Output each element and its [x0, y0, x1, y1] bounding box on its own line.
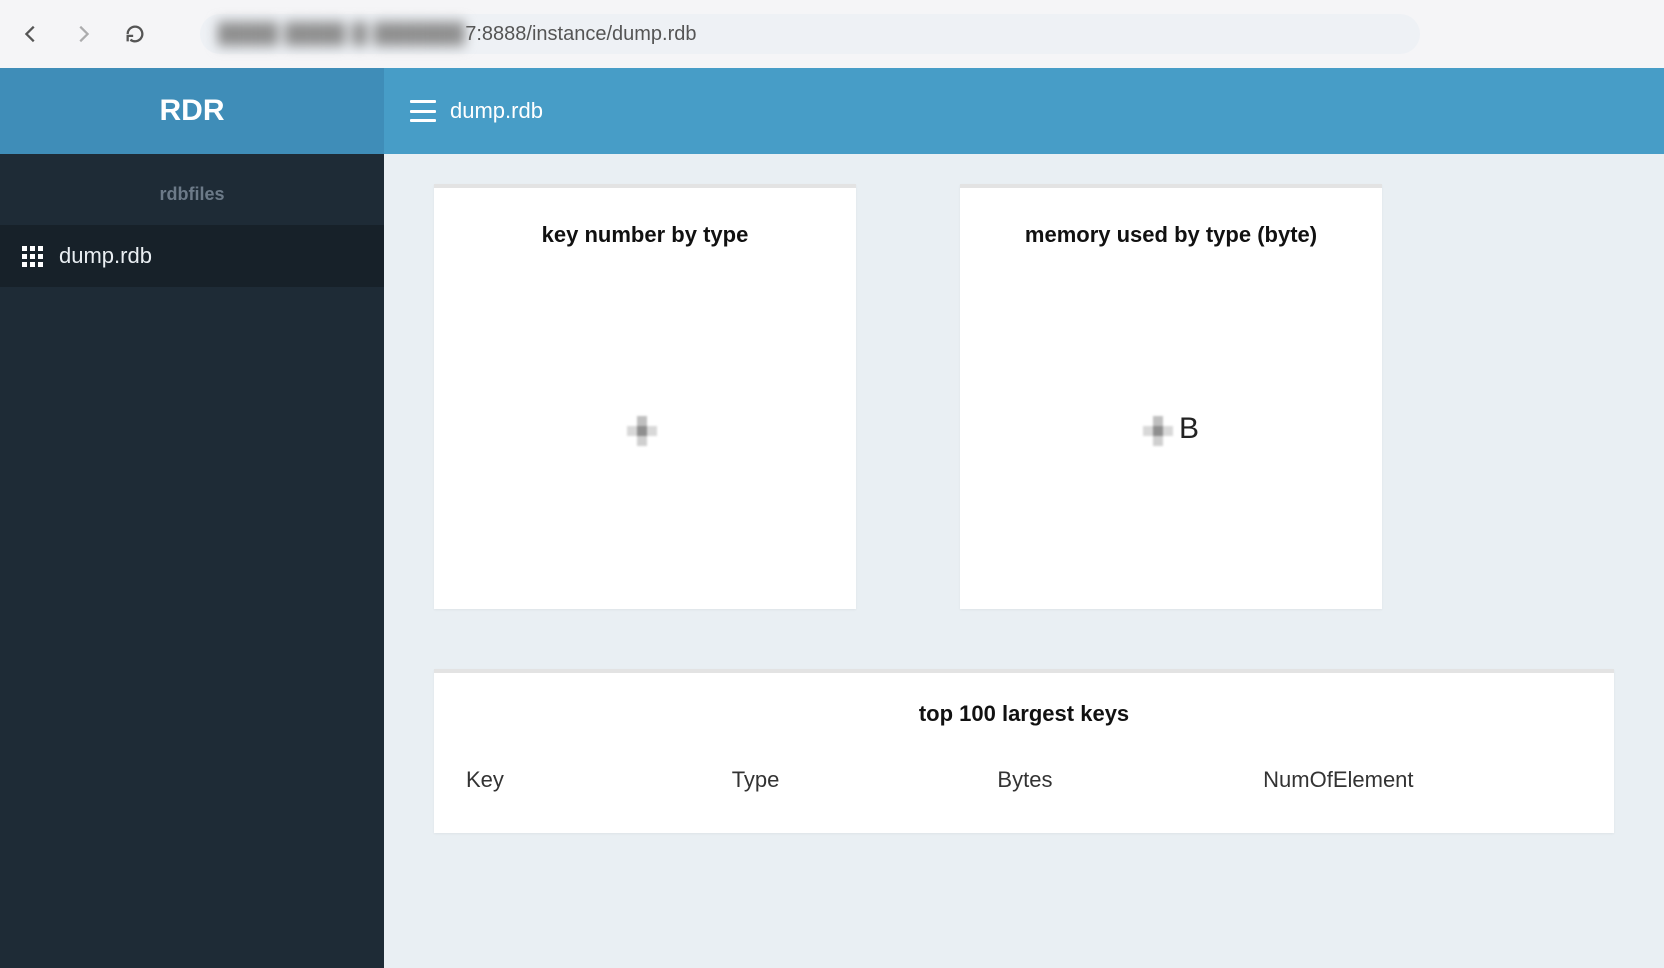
sidebar-item-label: dump.rdb	[59, 243, 152, 269]
table-header: Key Type Bytes NumOfElement	[464, 767, 1584, 793]
arrow-left-icon	[20, 23, 42, 45]
table-col-key: Key	[466, 767, 732, 793]
hamburger-icon[interactable]	[410, 100, 436, 122]
card-title-top-keys: top 100 largest keys	[464, 701, 1584, 727]
sidebar: rdbfiles dump.rdb	[0, 154, 384, 968]
back-button[interactable]	[14, 17, 48, 51]
card-memory-used: memory used by type (byte) B	[960, 184, 1382, 609]
main-content: key number by type memory used by type (…	[384, 154, 1664, 968]
table-col-bytes: Bytes	[997, 767, 1263, 793]
table-col-num: NumOfElement	[1263, 767, 1582, 793]
reload-icon	[124, 23, 146, 45]
topbar-file-label: dump.rdb	[450, 98, 543, 124]
card-value-suffix: B	[1179, 412, 1199, 446]
browser-toolbar: ████ ████ █ ██████ 7:8888/instance/dump.…	[0, 0, 1664, 68]
card-body-key-number	[434, 248, 856, 609]
obscured-value-icon	[627, 416, 657, 446]
card-title-memory-used: memory used by type (byte)	[1025, 222, 1317, 248]
card-key-number: key number by type	[434, 184, 856, 609]
url-obscured: ████ ████ █ ██████	[218, 23, 465, 46]
topbar: dump.rdb	[384, 68, 1664, 154]
url-visible: 7:8888/instance/dump.rdb	[465, 23, 696, 46]
table-col-type: Type	[732, 767, 998, 793]
app-header: RDR dump.rdb	[0, 68, 1664, 154]
grid-icon	[22, 246, 43, 267]
card-title-key-number: key number by type	[542, 222, 749, 248]
forward-button[interactable]	[66, 17, 100, 51]
arrow-right-icon	[72, 23, 94, 45]
brand-title[interactable]: RDR	[0, 68, 384, 154]
card-body-memory-used: B	[960, 248, 1382, 609]
sidebar-section-label: rdbfiles	[0, 158, 384, 225]
reload-button[interactable]	[118, 17, 152, 51]
address-bar[interactable]: ████ ████ █ ██████ 7:8888/instance/dump.…	[200, 14, 1420, 54]
obscured-value-icon	[1143, 416, 1173, 446]
card-top-keys: top 100 largest keys Key Type Bytes NumO…	[434, 669, 1614, 833]
sidebar-item-dump[interactable]: dump.rdb	[0, 225, 384, 287]
